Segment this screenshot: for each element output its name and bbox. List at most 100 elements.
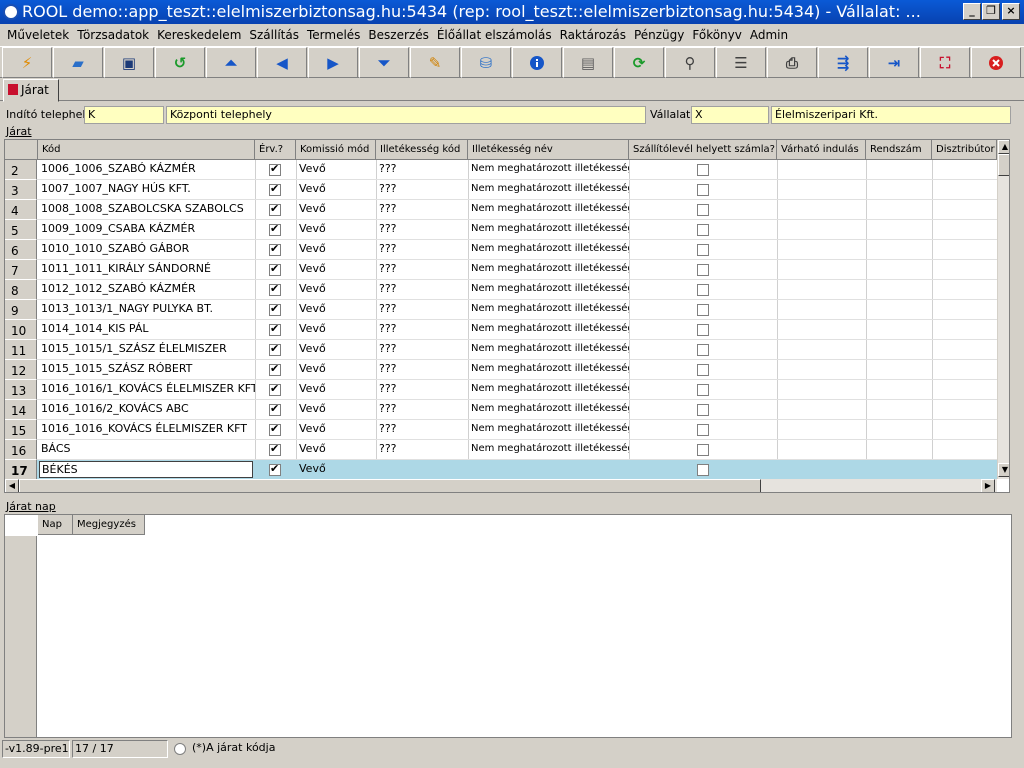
refresh-button[interactable]: ↺ — [155, 47, 205, 78]
form-view-button[interactable]: ▤ — [563, 47, 613, 78]
szamla-checkbox[interactable] — [697, 284, 709, 296]
erv-checkbox[interactable] — [269, 422, 281, 436]
search-button[interactable]: ⚲ — [665, 47, 715, 78]
row-number[interactable]: 9 — [5, 300, 37, 320]
row-number[interactable]: 10 — [5, 320, 37, 340]
erv-checkbox[interactable] — [269, 262, 281, 276]
illetekesseg-nev-cell[interactable]: Nem meghatározott illetékesség — [468, 160, 629, 180]
szamla-checkbox[interactable] — [697, 464, 709, 476]
open-button[interactable]: ▰ — [53, 47, 103, 78]
komissio-mod-cell[interactable]: Vevő — [296, 460, 376, 480]
komissio-mod-cell[interactable]: Vevő — [296, 340, 376, 360]
header-megjegyzes[interactable]: Megjegyzés — [73, 515, 145, 535]
kod-cell[interactable]: 1016_1016/2_KOVÁCS ABC — [38, 400, 255, 420]
table-row[interactable]: 101014_1014_KIS PÁL Vevő???Nem meghatároz… — [5, 320, 997, 340]
illetekesseg-nev-cell[interactable] — [468, 460, 629, 480]
row-number[interactable]: 17 — [5, 460, 37, 480]
row-number[interactable]: 11 — [5, 340, 37, 360]
szamla-checkbox[interactable] — [697, 184, 709, 196]
lightning-button[interactable]: ⚡ — [2, 47, 52, 78]
menu-beszerzes[interactable]: Beszerzés — [364, 25, 432, 45]
import-grid-button[interactable]: ⇥ — [869, 47, 919, 78]
erv-checkbox[interactable] — [269, 462, 281, 476]
szamla-checkbox[interactable] — [697, 164, 709, 176]
szamla-checkbox[interactable] — [697, 384, 709, 396]
illetekesseg-nev-cell[interactable]: Nem meghatározott illetékesség — [468, 400, 629, 420]
horizontal-scroll-thumb[interactable] — [19, 479, 761, 492]
menu-kereskedelem[interactable]: Kereskedelem — [153, 25, 245, 45]
erv-checkbox[interactable] — [269, 302, 281, 316]
erv-checkbox[interactable] — [269, 322, 281, 336]
illetekesseg-kod-cell[interactable] — [376, 460, 468, 480]
illetekesseg-nev-cell[interactable]: Nem meghatározott illetékesség — [468, 300, 629, 320]
illetekesseg-nev-cell[interactable]: Nem meghatározott illetékesség — [468, 420, 629, 440]
database-button[interactable]: ⛁ — [461, 47, 511, 78]
komissio-mod-cell[interactable]: Vevő — [296, 240, 376, 260]
scroll-left-button[interactable]: ◀ — [5, 479, 19, 492]
szamla-checkbox[interactable] — [697, 344, 709, 356]
illetekesseg-nev-cell[interactable]: Nem meghatározott illetékesség — [468, 440, 629, 460]
telephely-name-field[interactable]: Központi telephely — [166, 106, 646, 124]
kod-cell[interactable]: 1008_1008_SZABOLCSKA SZABOLCS — [38, 200, 255, 220]
table-row[interactable]: 111015_1015/1_SZÁSZ ÉLELMISZER Vevő???Nem… — [5, 340, 997, 360]
kod-cell[interactable]: 1009_1009_CSABA KÁZMÉR — [38, 220, 255, 240]
first-record-button[interactable]: ⏶ — [206, 47, 256, 78]
komissio-mod-cell[interactable]: Vevő — [296, 300, 376, 320]
header-disztributor[interactable]: Disztribútor k — [932, 140, 997, 160]
row-number[interactable]: 16 — [5, 440, 37, 460]
illetekesseg-kod-cell[interactable]: ??? — [376, 320, 468, 340]
table-row[interactable]: 41008_1008_SZABOLCSKA SZABOLCS Vevő???Nem… — [5, 200, 997, 220]
reload-button[interactable]: ⟳ — [614, 47, 664, 78]
menu-termeles[interactable]: Termelés — [303, 25, 364, 45]
scroll-right-button[interactable]: ▶ — [981, 479, 995, 492]
minimize-button[interactable]: _ — [963, 3, 981, 20]
erv-checkbox[interactable] — [269, 362, 281, 376]
columns-button[interactable]: ☰ — [716, 47, 766, 78]
close-button[interactable] — [971, 47, 1021, 78]
table-row[interactable]: 121015_1015_SZÁSZ RÓBERT Vevő???Nem megha… — [5, 360, 997, 380]
illetekesseg-nev-cell[interactable]: Nem meghatározott illetékesség — [468, 320, 629, 340]
illetekesseg-nev-cell[interactable]: Nem meghatározott illetékesség — [468, 340, 629, 360]
menu-eloallat-elszamolas[interactable]: Élőállat elszámolás — [433, 25, 556, 45]
row-number[interactable]: 12 — [5, 360, 37, 380]
vertical-scrollbar[interactable]: ▲ ▼ — [997, 140, 1009, 479]
vertical-scroll-thumb[interactable] — [998, 154, 1009, 176]
edit-button[interactable]: ✎ — [410, 47, 460, 78]
print-button[interactable]: ⎙ — [767, 47, 817, 78]
szamla-checkbox[interactable] — [697, 244, 709, 256]
telephely-code-field[interactable]: K — [84, 106, 164, 124]
close-window-button[interactable]: × — [1002, 3, 1020, 20]
save-button[interactable]: ▣ — [104, 47, 154, 78]
szamla-checkbox[interactable] — [697, 424, 709, 436]
row-number[interactable]: 6 — [5, 240, 37, 260]
szamla-checkbox[interactable] — [697, 324, 709, 336]
szamla-checkbox[interactable] — [697, 364, 709, 376]
illetekesseg-kod-cell[interactable]: ??? — [376, 440, 468, 460]
illetekesseg-nev-cell[interactable]: Nem meghatározott illetékesség — [468, 380, 629, 400]
illetekesseg-kod-cell[interactable]: ??? — [376, 400, 468, 420]
restore-button[interactable]: ❐ — [982, 3, 1000, 20]
horizontal-scrollbar[interactable]: ◀ ▶ — [5, 479, 997, 492]
kod-cell[interactable]: 1012_1012_SZABÓ KÁZMÉR — [38, 280, 255, 300]
menu-szallitas[interactable]: Szállítás — [245, 25, 303, 45]
kod-edit-input[interactable]: BÉKÉS — [39, 461, 253, 478]
illetekesseg-nev-cell[interactable]: Nem meghatározott illetékesség — [468, 240, 629, 260]
table-row[interactable]: 16BÁCS Vevő???Nem meghatározott illetékes… — [5, 440, 997, 460]
header-nap[interactable]: Nap — [38, 515, 73, 535]
header-varhato-indulas[interactable]: Várható indulás — [777, 140, 866, 160]
row-number[interactable]: 7 — [5, 260, 37, 280]
komissio-mod-cell[interactable]: Vevő — [296, 220, 376, 240]
kod-cell[interactable]: 1015_1015/1_SZÁSZ ÉLELMISZER — [38, 340, 255, 360]
last-record-button[interactable]: ⏷ — [359, 47, 409, 78]
komissio-mod-cell[interactable]: Vevő — [296, 400, 376, 420]
komissio-mod-cell[interactable]: Vevő — [296, 200, 376, 220]
szamla-checkbox[interactable] — [697, 444, 709, 456]
erv-checkbox[interactable] — [269, 382, 281, 396]
illetekesseg-kod-cell[interactable]: ??? — [376, 200, 468, 220]
kod-cell[interactable]: 1006_1006_SZABÓ KÁZMÉR — [38, 160, 255, 180]
row-number[interactable]: 8 — [5, 280, 37, 300]
illetekesseg-kod-cell[interactable]: ??? — [376, 280, 468, 300]
erv-checkbox[interactable] — [269, 282, 281, 296]
menu-muveletek[interactable]: Műveletek — [3, 25, 73, 45]
row-number[interactable]: 15 — [5, 420, 37, 440]
